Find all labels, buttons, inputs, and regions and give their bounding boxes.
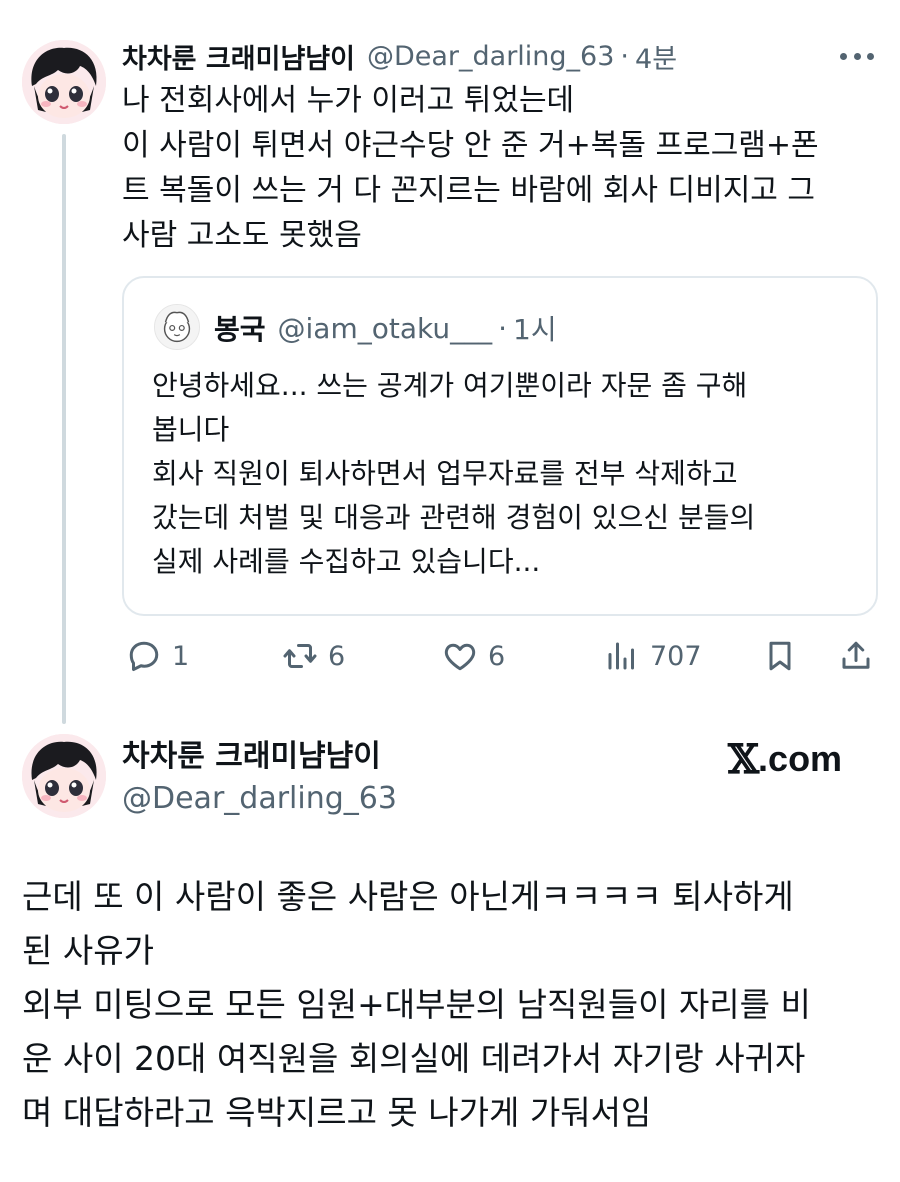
x-logo: 𝕏 .com (728, 735, 843, 783)
views-icon (608, 642, 634, 670)
quote-text-line: 봅니다 (152, 413, 230, 446)
tweet-text: 나 전회사에서 누가 이러고 튀었는데 이 사람이 튀면서 야근수당 안 준 거… (122, 78, 874, 258)
tweet-text-line: 운 사이 20대 여직원을 회의실에 데려가서 자기랑 사귀자 (22, 1039, 806, 1078)
tweet-text: 근데 또 이 사람이 좋은 사람은 아닌게ㅋㅋㅋㅋ 퇴사하게 된 사유가 외부 … (22, 870, 882, 1140)
like-button[interactable]: 6 (442, 632, 505, 680)
brand-domain: .com (758, 738, 843, 779)
tweet-text-line: 외부 미팅으로 모든 임원+대부분의 남직원들이 자리를 비 (22, 985, 811, 1024)
quote-header: 봉국 @iam_otaku___ · 1시 (214, 308, 557, 348)
tweet-text-line: 된 사유가 (22, 931, 154, 970)
quote-text-line: 실제 사례를 수집하고 있습니다... (152, 545, 541, 578)
tweet-text-line: 이 사람이 튀면서 야근수당 안 준 거+복돌 프로그램+폰 (122, 128, 819, 163)
quote-author-handle[interactable]: @iam_otaku___ (278, 312, 493, 345)
reply-icon (129, 641, 159, 671)
tweet-text-line: 사람 고소도 못했음 (122, 218, 362, 253)
quote-text-line: 안녕하세요... 쓰는 공계가 여기뿐이라 자문 좀 구해 (152, 369, 748, 402)
tweet-action-bar: 1 6 6 707 (122, 632, 878, 680)
quote-time[interactable]: 1시 (513, 308, 557, 348)
thread-connector-line (62, 134, 66, 724)
more-horizontal-icon[interactable] (840, 46, 874, 66)
tweet-text-line: 며 대답하라고 윽박지르고 못 나가게 가둬서임 (22, 1093, 652, 1132)
author-handle[interactable]: @Dear_darling_63 (122, 780, 397, 818)
avatar-illustration (22, 40, 106, 124)
tweet-text-line: 나 전회사에서 누가 이러고 튀었는데 (122, 83, 575, 118)
separator-dot: · (498, 311, 508, 345)
tweet-time[interactable]: 4분 (635, 37, 677, 76)
author-handle[interactable]: @Dear_darling_63 (367, 41, 614, 72)
avatar-illustration (22, 734, 106, 818)
quote-author-name[interactable]: 봉국 (214, 308, 266, 348)
tweet-header: 차차룬 크래미냠냠이 @Dear_darling_63 · 4분 (122, 37, 677, 76)
views-button[interactable]: 707 (604, 632, 702, 680)
reply-button[interactable]: 1 (126, 632, 189, 680)
avatar[interactable] (22, 734, 106, 818)
share-icon (842, 641, 870, 669)
quote-text-line: 갔는데 처벌 및 대응과 관련해 경험이 있으신 분들의 (152, 501, 756, 534)
tweet-text-line: 트 복돌이 쓰는 거 다 꼰지르는 바람에 회사 디비지고 그 (122, 173, 816, 208)
bookmark-button[interactable] (762, 632, 798, 680)
quote-text-line: 회사 직원이 퇴사하면서 업무자료를 전부 삭제하고 (152, 457, 738, 490)
views-count: 707 (650, 640, 702, 672)
heart-icon (444, 643, 476, 671)
author-name[interactable]: 차차룬 크래미냠냠이 (122, 738, 381, 776)
retweet-count: 6 (328, 640, 346, 672)
bookmark-icon (769, 641, 791, 671)
retweet-icon (283, 644, 317, 668)
avatar[interactable] (22, 40, 106, 124)
x-brand-icon: 𝕏 (728, 735, 759, 783)
share-button[interactable] (838, 632, 874, 680)
quoted-tweet-card[interactable]: 봉국 @iam_otaku___ · 1시 안녕하세요... 쓰는 공계가 여기… (122, 276, 878, 616)
quote-avatar[interactable] (154, 304, 200, 350)
reply-count: 1 (172, 640, 190, 672)
separator-dot: · (620, 40, 630, 72)
quote-avatar-illustration (155, 305, 199, 349)
retweet-button[interactable]: 6 (282, 632, 345, 680)
author-name[interactable]: 차차룬 크래미냠냠이 (122, 37, 355, 76)
like-count: 6 (488, 640, 506, 672)
tweet-text-line: 근데 또 이 사람이 좋은 사람은 아닌게ㅋㅋㅋㅋ 퇴사하게 (22, 877, 794, 916)
quote-text: 안녕하세요... 쓰는 공계가 여기뿐이라 자문 좀 구해 봅니다 회사 직원이… (152, 364, 852, 584)
